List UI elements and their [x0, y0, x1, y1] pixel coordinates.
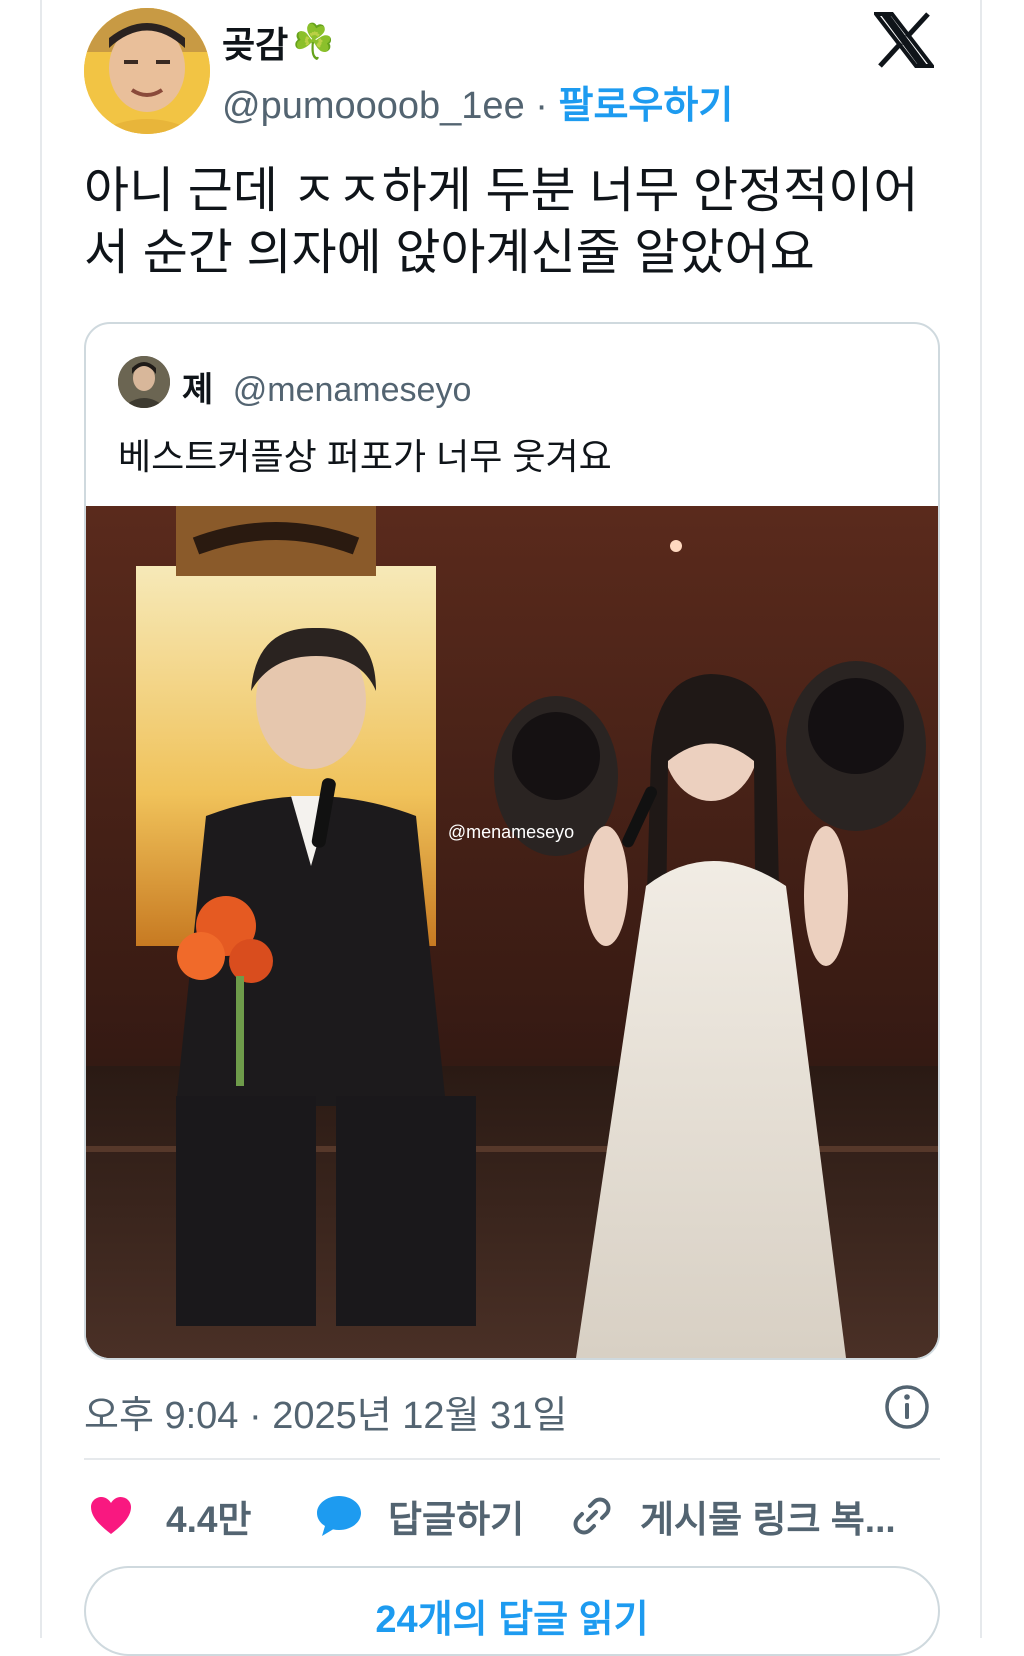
divider: [84, 1458, 940, 1460]
quoted-media-photo[interactable]: @menameseyo: [86, 506, 938, 1358]
reply-button[interactable]: 답글하기: [316, 1486, 524, 1546]
quoted-name-row: 졔 @menameseyo: [182, 362, 471, 411]
info-icon[interactable]: [884, 1384, 930, 1430]
quoted-display-name[interactable]: 졔: [182, 371, 213, 409]
author-handle[interactable]: @pumoooob_1ee: [222, 85, 525, 127]
clover-emoji: ☘️: [292, 23, 335, 61]
follow-button[interactable]: 팔로우하기: [558, 85, 733, 127]
heart-icon: [91, 1497, 131, 1534]
timestamp[interactable]: 오후 9:04 · 2025년 12월 31일: [84, 1384, 567, 1439]
author-avatar[interactable]: [84, 8, 210, 134]
tweet-date[interactable]: 2025년 12월 31일: [272, 1395, 567, 1437]
quoted-author-avatar[interactable]: [118, 356, 170, 408]
author-handle-row: @pumoooob_1ee · 팔로우하기: [222, 74, 733, 129]
quoted-tweet[interactable]: 졔 @menameseyo 베스트커플상 퍼포가 너무 웃겨요 @menames…: [84, 322, 940, 1360]
timestamp-separator: ·: [249, 1395, 262, 1437]
link-icon: [573, 1497, 611, 1535]
reply-bubble-icon: [317, 1496, 361, 1536]
copy-link-button[interactable]: 게시물 링크 복...: [570, 1486, 896, 1546]
like-count: 4.4만: [166, 1499, 252, 1540]
reply-label: 답글하기: [388, 1499, 525, 1540]
action-bar: 4.4만 답글하기 게시물 링크 복...: [84, 1486, 944, 1546]
quoted-text: 베스트커플상 퍼포가 너무 웃겨요: [118, 436, 612, 477]
tweet-text: 아니 근데 ㅈㅈ하게 두분 너무 안정적이어서 순간 의자에 앉아계신줄 알았어…: [84, 164, 919, 280]
like-button[interactable]: 4.4만: [90, 1486, 251, 1546]
tweet-time[interactable]: 오후 9:04: [84, 1395, 238, 1437]
author-display-name[interactable]: 곶감: [222, 16, 288, 68]
author-name-row[interactable]: 곶감 ☘️: [222, 16, 335, 68]
x-logo-icon[interactable]: [874, 12, 934, 68]
read-replies-button[interactable]: 24개의 답글 읽기: [84, 1566, 940, 1656]
quoted-handle[interactable]: @menameseyo: [233, 371, 472, 409]
copy-link-label: 게시물 링크 복...: [640, 1499, 896, 1540]
media-watermark: @menameseyo: [448, 822, 574, 842]
handle-separator: ·: [535, 85, 548, 127]
